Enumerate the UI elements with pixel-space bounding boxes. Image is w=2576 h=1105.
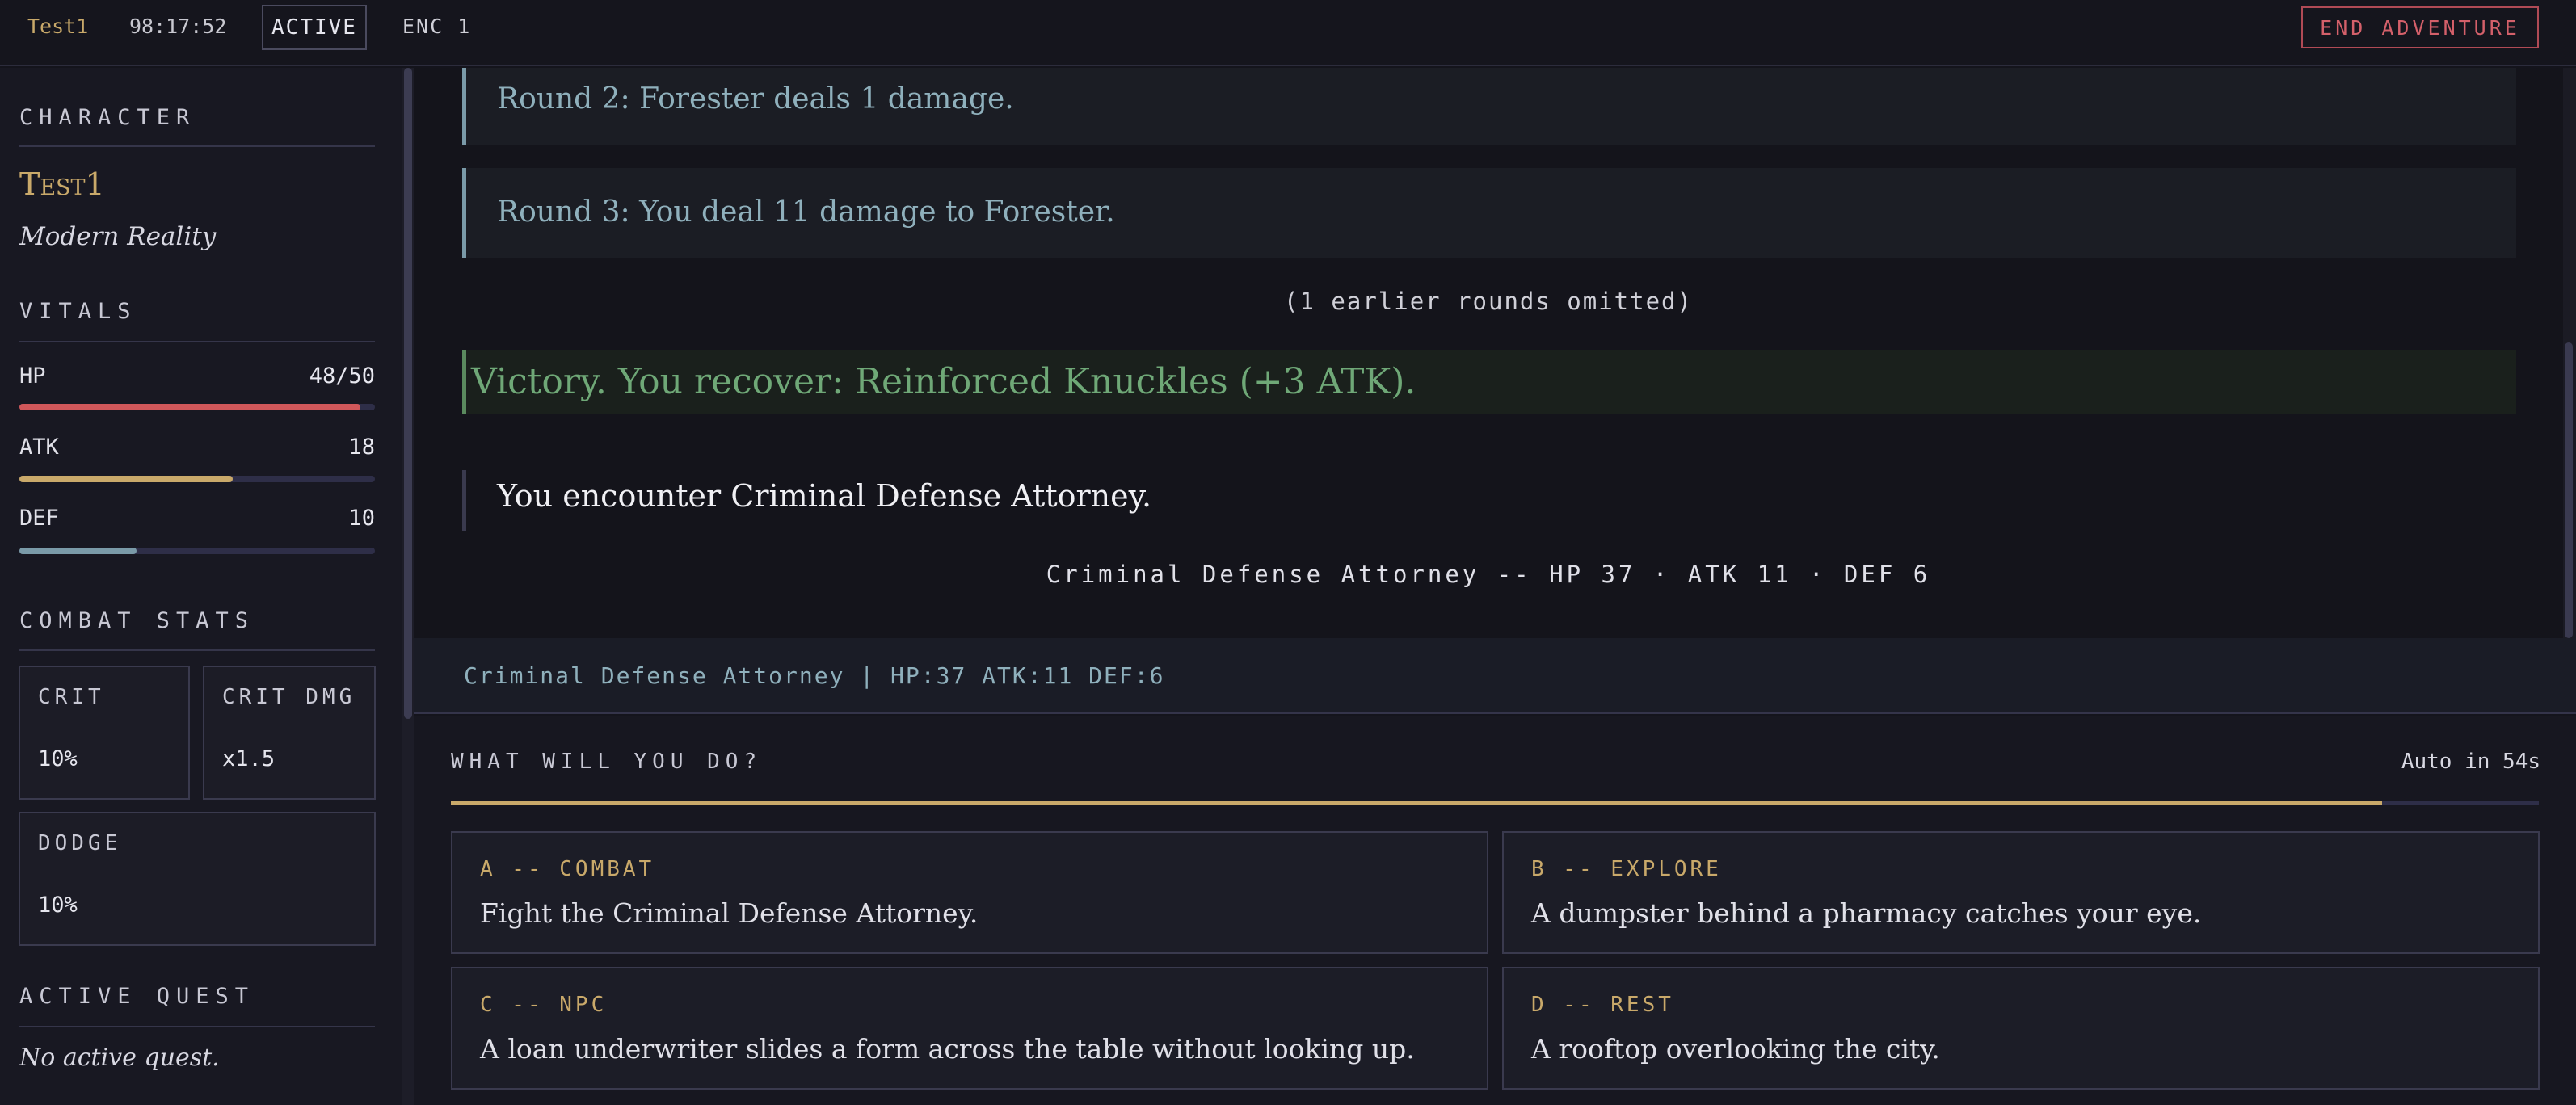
def-label: DEF	[19, 506, 59, 531]
choice-tag: B -- EXPLORE	[1531, 857, 1722, 881]
victory-text: Victory. You recover: Reinforced Knuckle…	[471, 361, 1416, 402]
choice-npc-button[interactable]: C -- NPC A loan underwriter slides a for…	[451, 967, 1488, 1090]
crit-value: 10%	[38, 746, 78, 771]
auto-timer-text: Auto in 54s	[2401, 750, 2540, 774]
choice-tag: C -- NPC	[480, 993, 608, 1017]
character-world: Modern Reality	[19, 222, 217, 251]
enemy-stats-line: Criminal Defense Attorney -- HP 37 · ATK…	[1046, 561, 1931, 588]
log-entry-victory: Victory. You recover: Reinforced Knuckle…	[462, 350, 2516, 414]
encounter-text: You encounter Criminal Defense Attorney.	[497, 478, 1152, 514]
choice-tag: D -- REST	[1531, 993, 1674, 1017]
def-value: 10	[348, 506, 375, 531]
def-bar	[19, 548, 375, 554]
enemy-status-bar: Criminal Defense Attorney | HP:37 ATK:11…	[414, 638, 2576, 714]
log-scroll-thumb[interactable]	[2565, 342, 2573, 638]
vitals-section-title: VITALS	[19, 299, 137, 324]
log-entry-round: Round 2: Forester deals 1 damage.	[462, 68, 2516, 145]
hp-label: HP	[19, 363, 46, 389]
log-entry-round: Round 3: You deal 11 damage to Forester.	[462, 168, 2516, 258]
sidebar-scroll-thumb[interactable]	[404, 68, 412, 719]
crit-dmg-value: x1.5	[222, 746, 276, 771]
atk-bar	[19, 476, 375, 482]
dodge-label: DODGE	[38, 831, 122, 855]
choice-text: A loan underwriter slides a form across …	[480, 1033, 1415, 1065]
top-bar: Test1 98:17:52 ACTIVE ENC 1 END ADVENTUR…	[0, 0, 2576, 66]
combat-stats-section-title: COMBAT STATS	[19, 608, 255, 633]
choice-text: Fight the Criminal Defense Attorney.	[480, 897, 979, 929]
atk-bar-fill	[19, 476, 233, 482]
atk-value: 18	[348, 435, 375, 460]
round-text: Round 3: You deal 11 damage to Forester.	[497, 195, 1115, 229]
encounter-counter: ENC 1	[402, 15, 472, 38]
choice-text: A dumpster behind a pharmacy catches you…	[1531, 897, 2202, 929]
round-text: Round 2: Forester deals 1 damage.	[497, 82, 1014, 116]
crit-dmg-label: CRIT DMG	[222, 685, 356, 709]
choice-text: A rooftop overlooking the city.	[1531, 1033, 1940, 1065]
section-divider	[19, 649, 375, 651]
section-divider	[19, 145, 375, 147]
crit-label: CRIT	[38, 685, 105, 709]
auto-timer-fill	[451, 801, 2383, 805]
hp-bar	[19, 404, 375, 410]
active-quest-text: No active quest.	[19, 1044, 220, 1072]
crit-dmg-stat-box: CRIT DMG x1.5	[203, 666, 376, 800]
choice-combat-button[interactable]: A -- COMBAT Fight the Criminal Defense A…	[451, 831, 1488, 954]
omitted-rounds-note: (1 earlier rounds omitted)	[1284, 288, 1693, 315]
section-divider	[19, 1026, 375, 1027]
hp-bar-fill	[19, 404, 361, 410]
def-bar-fill	[19, 548, 137, 554]
status-badge: ACTIVE	[262, 5, 367, 50]
character-section-title: CHARACTER	[19, 105, 196, 130]
enemy-status-text: Criminal Defense Attorney | HP:37 ATK:11…	[464, 662, 1165, 689]
choice-explore-button[interactable]: B -- EXPLORE A dumpster behind a pharmac…	[1502, 831, 2540, 954]
atk-label: ATK	[19, 435, 59, 460]
session-clock: 98:17:52	[129, 15, 227, 38]
hp-value: 48/50	[309, 363, 375, 389]
action-prompt: WHAT WILL YOU DO?	[451, 750, 763, 774]
end-adventure-button[interactable]: END ADVENTURE	[2301, 6, 2539, 48]
character-name: Test1	[19, 166, 105, 202]
dodge-value: 10%	[38, 893, 78, 918]
auto-timer-bar	[451, 801, 2539, 805]
character-name-label: Test1	[27, 15, 89, 38]
section-divider	[19, 341, 375, 342]
choice-rest-button[interactable]: D -- REST A rooftop overlooking the city…	[1502, 967, 2540, 1090]
choice-tag: A -- COMBAT	[480, 857, 655, 881]
crit-stat-box: CRIT 10%	[19, 666, 190, 800]
dodge-stat-box: DODGE 10%	[19, 812, 376, 946]
log-entry-encounter: You encounter Criminal Defense Attorney.	[462, 470, 2516, 531]
active-quest-section-title: ACTIVE QUEST	[19, 984, 255, 1009]
